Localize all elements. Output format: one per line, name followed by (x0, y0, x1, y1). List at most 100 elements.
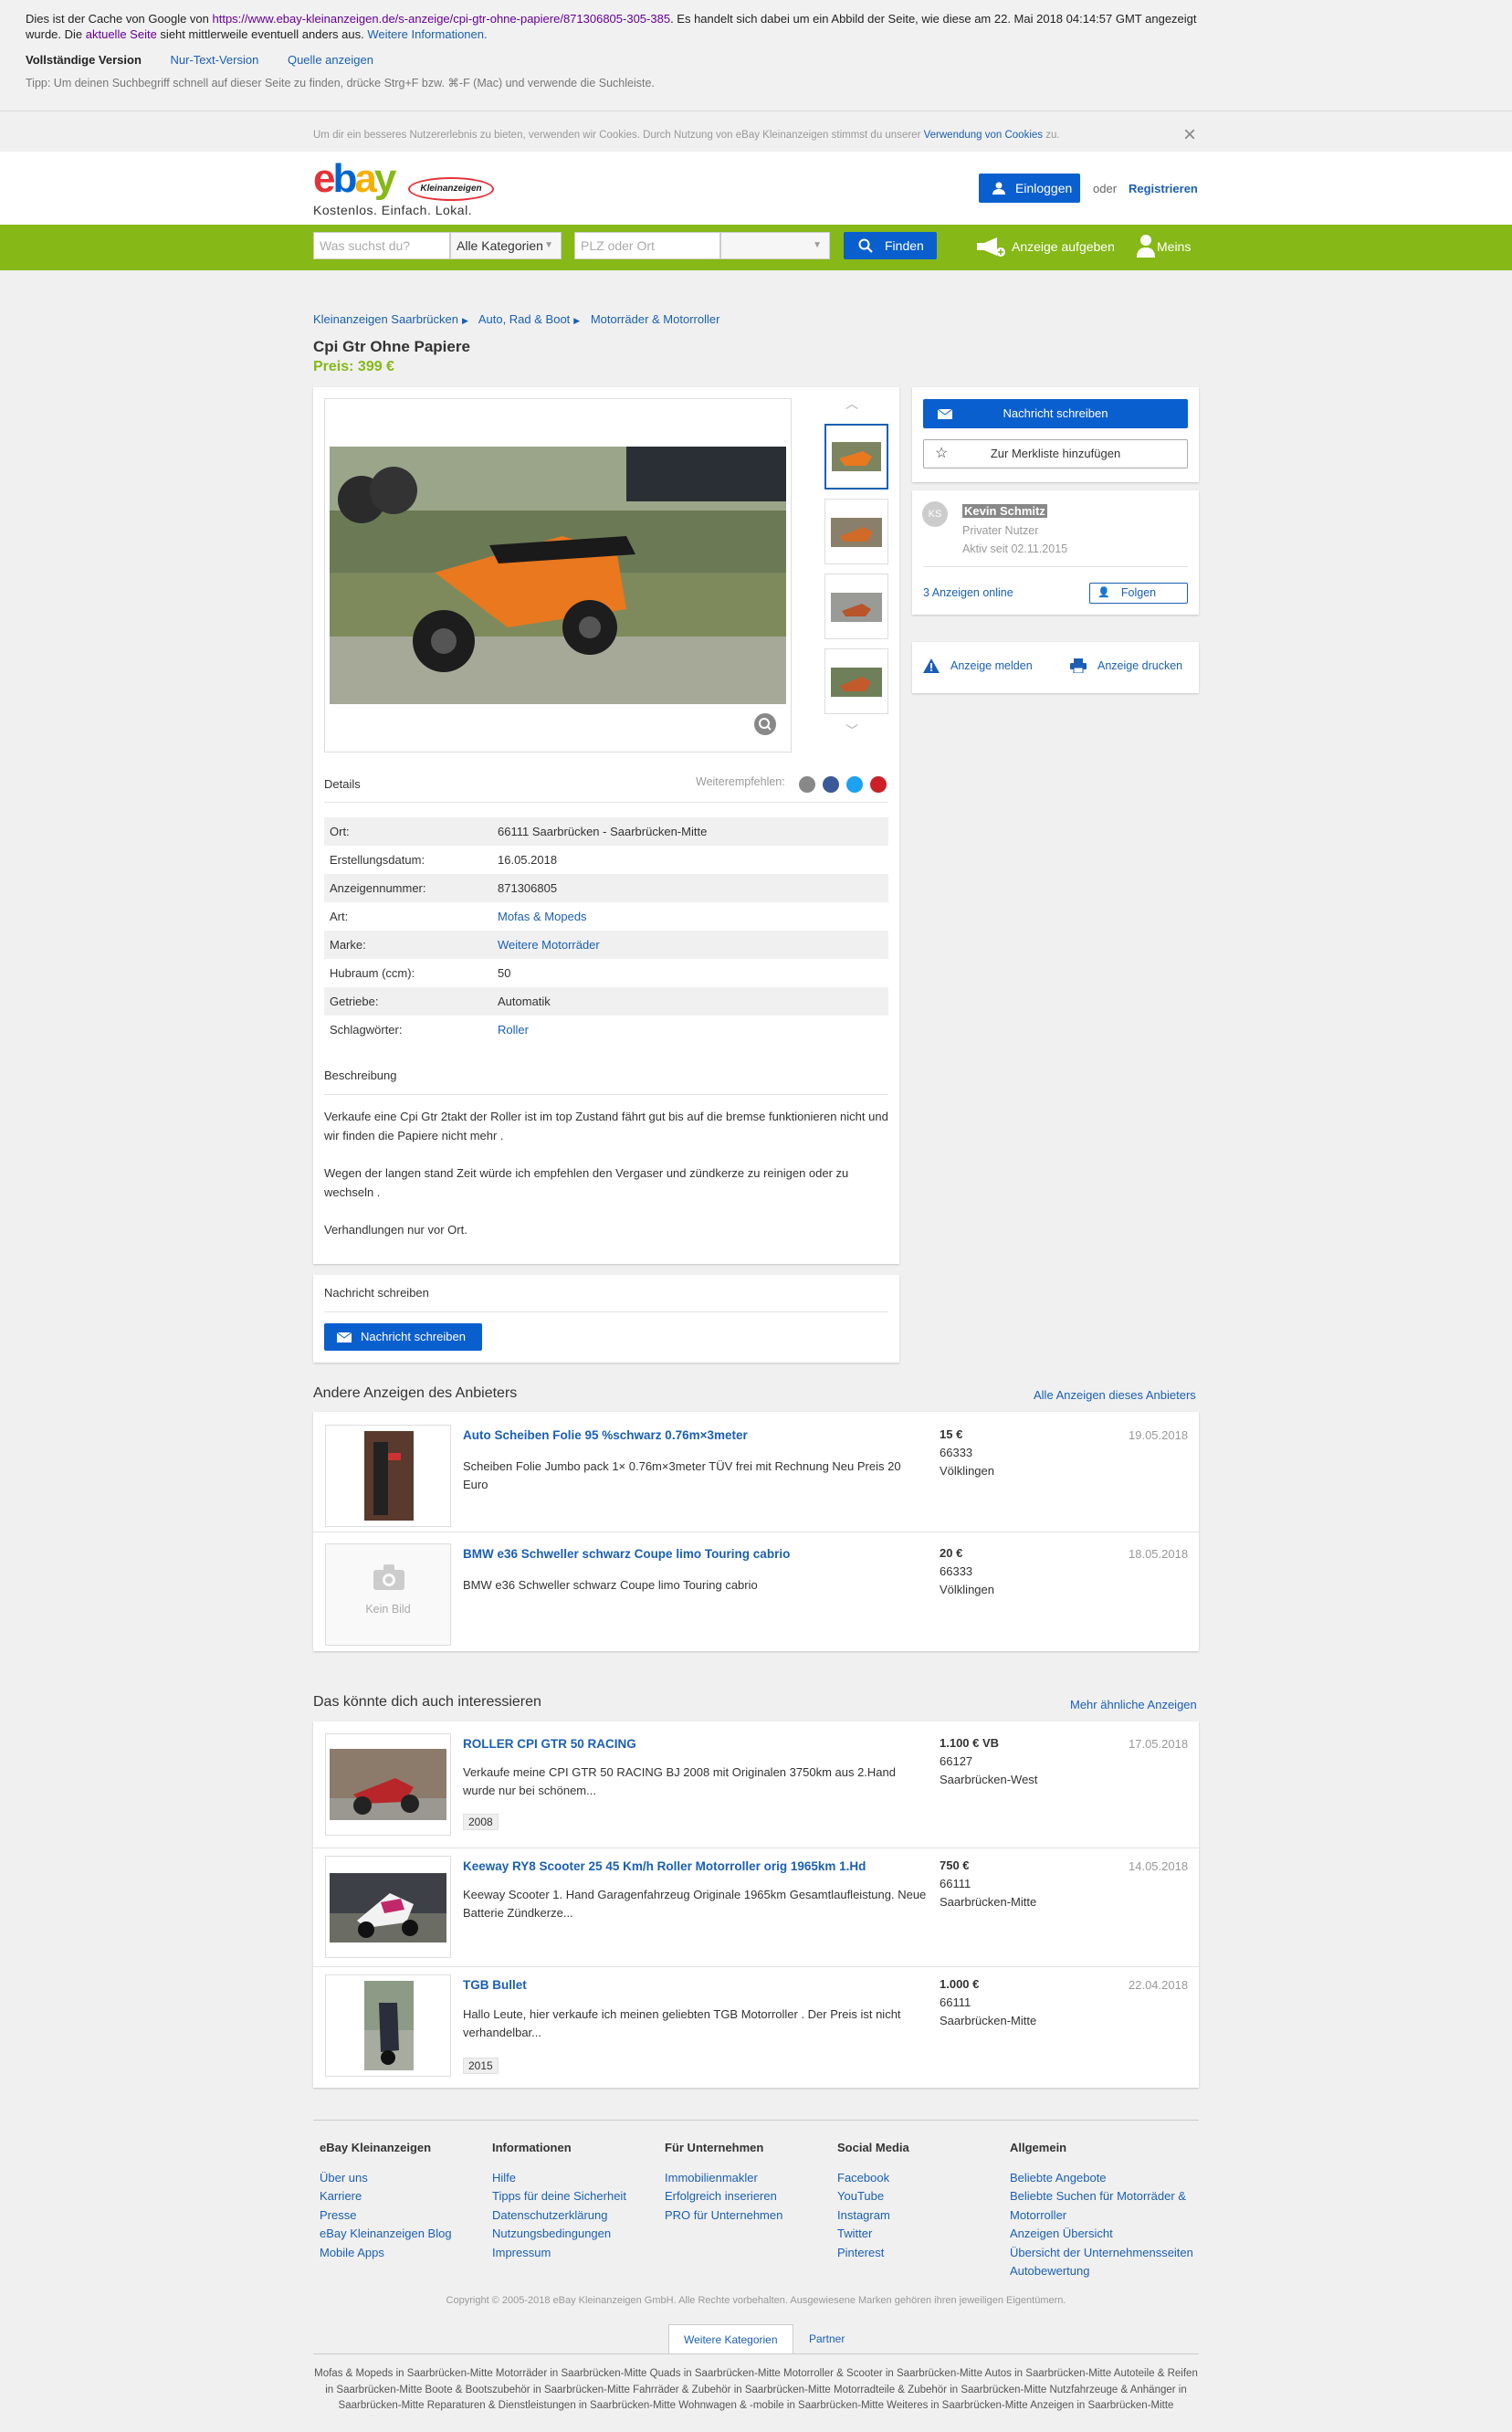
footer-link[interactable]: Pinterest (837, 2244, 909, 2263)
watchlist-button[interactable]: ☆ Zur Merkliste hinzufügen (923, 439, 1188, 469)
footer-link[interactable]: Tipps für deine Sicherheit (492, 2187, 626, 2206)
report-ad-link[interactable]: Anzeige melden (923, 658, 1033, 673)
footer-link[interactable]: Übersicht der Unternehmensseiten (1010, 2244, 1202, 2263)
write-message-button[interactable]: Nachricht schreiben (324, 1323, 482, 1351)
footer-link[interactable]: eBay Kleinanzeigen Blog (320, 2225, 452, 2244)
breadcrumb-item[interactable]: Kleinanzeigen Saarbrücken (313, 312, 458, 326)
divider (324, 802, 888, 803)
footer-column-title: Social Media (837, 2141, 909, 2154)
footer-category-links[interactable]: Mofas & Mopeds in Saarbrücken-Mitte Moto… (313, 2366, 1199, 2415)
more-similar-ads-link[interactable]: Mehr ähnliche Anzeigen (1070, 1698, 1197, 1711)
my-account-link[interactable]: Meins (1137, 235, 1191, 258)
tab-more-categories[interactable]: Weitere Kategorien (668, 2324, 793, 2353)
listing-thumbnail[interactable] (325, 1425, 451, 1527)
footer-link[interactable]: Autobewertung (1010, 2262, 1202, 2281)
thumbnail[interactable] (824, 574, 888, 639)
more-info-link[interactable]: Weitere Informationen. (367, 27, 487, 41)
listing-title[interactable]: ROLLER CPI GTR 50 RACING (463, 1737, 636, 1751)
current-page-link[interactable]: aktuelle Seite (86, 27, 157, 41)
text-only-link[interactable]: Nur-Text-Version (171, 53, 259, 67)
send-message-button[interactable]: Nachricht schreiben (923, 399, 1188, 428)
footer-link[interactable]: YouTube (837, 2187, 909, 2206)
breadcrumb-item[interactable]: Auto, Rad & Boot (478, 312, 570, 326)
tab-partner[interactable]: Partner (794, 2324, 859, 2353)
caret-down-icon: ▼ (544, 240, 553, 250)
listing-price-location: 750 € 66111 Saarbrücken-Mitte (940, 1857, 1036, 1911)
footer-link[interactable]: Nutzungsbedingungen (492, 2225, 626, 2244)
listing-thumbnail[interactable]: Kein Bild (325, 1543, 451, 1646)
listing-image (364, 1431, 414, 1521)
footer-link[interactable]: Beliebte Suchen für Motorräder & (1010, 2187, 1202, 2206)
footer-link[interactable]: Karriere (320, 2187, 452, 2206)
all-seller-ads-link[interactable]: Alle Anzeigen dieses Anbieters (1034, 1388, 1196, 1402)
listing-title[interactable]: Keeway RY8 Scooter 25 45 Km/h Roller Mot… (463, 1859, 866, 1873)
twitter-share-icon[interactable] (846, 776, 863, 793)
radius-select[interactable]: ▼ (720, 232, 830, 259)
warning-icon (923, 658, 940, 673)
pinterest-share-icon[interactable] (870, 776, 887, 793)
listing-price: 15 € (940, 1427, 963, 1441)
search-input[interactable]: Was suchst du? (313, 232, 450, 259)
detail-key: Getriebe: (330, 995, 379, 1008)
listing-thumbnail[interactable] (325, 1856, 451, 1958)
follow-button[interactable]: 👤 Folgen (1089, 583, 1188, 604)
envelope-icon (337, 1332, 352, 1342)
footer-link[interactable]: Datenschutzerklärung (492, 2206, 626, 2226)
print-ad-link[interactable]: Anzeige drucken (1070, 658, 1182, 673)
facebook-share-icon[interactable] (823, 776, 839, 793)
find-button[interactable]: Finden (844, 232, 937, 259)
post-ad-button[interactable]: Anzeige aufgeben (975, 237, 1115, 257)
footer-link[interactable]: Presse (320, 2206, 452, 2226)
seller-ads-link[interactable]: 3 Anzeigen online (923, 586, 1013, 599)
detail-value-link[interactable]: Weitere Motorräder (498, 931, 600, 959)
email-share-icon[interactable] (799, 776, 815, 793)
footer-link[interactable]: Hilfe (492, 2169, 626, 2188)
footer-link[interactable]: Facebook (837, 2169, 909, 2188)
detail-value-link[interactable]: Roller (498, 1016, 529, 1044)
ebay-kleinanzeigen-logo[interactable]: ebay Kleinanzeigen Kostenlos. Einfach. L… (313, 159, 494, 217)
breadcrumb-item[interactable]: Motorräder & Motorroller (591, 312, 720, 326)
detail-value-link[interactable]: Mofas & Mopeds (498, 902, 587, 931)
footer-link[interactable]: Beliebte Angebote (1010, 2169, 1202, 2188)
listing-title[interactable]: BMW e36 Schweller schwarz Coupe limo Tou… (463, 1547, 790, 1561)
breadcrumb-arrow-icon: ▶ (573, 316, 581, 325)
login-button[interactable]: Einloggen (979, 174, 1080, 203)
footer-link[interactable]: Über uns (320, 2169, 452, 2188)
footer-link[interactable]: Twitter (837, 2225, 909, 2244)
detail-row: Erstellungsdatum: 16.05.2018 (324, 846, 888, 874)
listing-thumbnail[interactable] (325, 1733, 451, 1836)
thumbnail[interactable] (824, 648, 888, 714)
detail-row: Getriebe: Automatik (324, 987, 888, 1016)
scooter-photo[interactable] (325, 399, 791, 752)
category-select[interactable]: Alle Kategorien ▼ (450, 232, 562, 259)
listing-title[interactable]: TGB Bullet (463, 1978, 527, 1992)
listing-thumbnail[interactable] (325, 1974, 451, 2077)
location-input[interactable]: PLZ oder Ort (574, 232, 720, 259)
listing-description: Hallo Leute, hier verkaufe ich meinen ge… (463, 2007, 901, 2039)
footer-link[interactable]: Impressum (492, 2244, 626, 2263)
chevron-down-icon[interactable]: ﹀ (845, 721, 858, 740)
thumbnail[interactable] (824, 424, 888, 490)
register-link[interactable]: Registrieren (1129, 182, 1198, 195)
cookie-policy-link[interactable]: Verwendung von Cookies (924, 130, 1043, 141)
footer-link[interactable]: PRO für Unternehmen (665, 2206, 782, 2226)
detail-key: Erstellungsdatum: (330, 853, 425, 867)
chevron-up-icon[interactable]: ︿ (845, 395, 858, 413)
listing-image (330, 1873, 446, 1942)
view-source-link[interactable]: Quelle anzeigen (288, 53, 373, 67)
close-icon[interactable]: × (1183, 119, 1196, 152)
footer-link[interactable]: Erfolgreich inserieren (665, 2187, 782, 2206)
footer-link[interactable]: Instagram (837, 2206, 909, 2226)
zoom-button[interactable] (754, 713, 776, 735)
detail-key: Schlagwörter: (330, 1023, 403, 1037)
cache-url-link[interactable]: https://www.ebay-kleinanzeigen.de/s-anze… (213, 12, 671, 26)
listing-title[interactable]: Auto Scheiben Folie 95 %schwarz 0.76m×3m… (463, 1428, 748, 1442)
footer-link[interactable]: Anzeigen Übersicht (1010, 2225, 1202, 2244)
footer-link[interactable]: Motorroller (1010, 2206, 1202, 2226)
detail-row: Anzeigennummer: 871306805 (324, 874, 888, 902)
footer-link[interactable]: Mobile Apps (320, 2244, 452, 2263)
thumbnail[interactable] (824, 499, 888, 564)
footer-link[interactable]: Immobilienmakler (665, 2169, 782, 2188)
seller-name[interactable]: Kevin Schmitz (962, 504, 1047, 518)
listing-city: Völklingen (940, 1583, 994, 1596)
